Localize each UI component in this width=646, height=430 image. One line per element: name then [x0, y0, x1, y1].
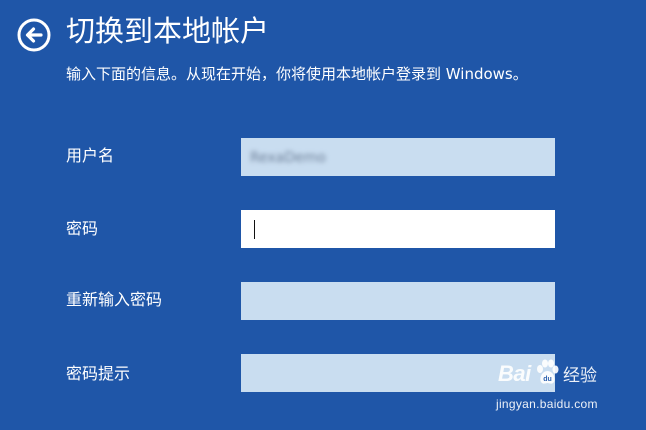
password-field[interactable] — [241, 210, 555, 248]
watermark-service: 经验 — [563, 366, 597, 386]
svg-text:du: du — [543, 376, 552, 383]
baidu-jingyan-watermark: Bai du 经验 jingyan.baidu.com — [496, 357, 620, 417]
watermark-url: jingyan.baidu.com — [496, 397, 598, 411]
arrow-left-circle-icon — [17, 18, 51, 52]
watermark-brand: Bai — [498, 361, 531, 386]
confirm-password-label: 重新输入密码 — [66, 290, 163, 309]
password-label: 密码 — [66, 219, 99, 238]
paw-icon: du — [537, 359, 559, 384]
username-field[interactable]: RexaDemo — [241, 138, 555, 176]
back-button[interactable] — [17, 18, 51, 52]
confirm-password-field[interactable] — [241, 282, 555, 320]
username-label: 用户名 — [66, 146, 115, 165]
page-title: 切换到本地帐户 — [66, 14, 270, 48]
page-subtitle: 输入下面的信息。从现在开始，你将使用本地帐户登录到 Windows。 — [66, 65, 528, 83]
password-hint-label: 密码提示 — [66, 364, 131, 383]
username-value: RexaDemo — [250, 150, 326, 166]
text-caret — [254, 220, 255, 239]
